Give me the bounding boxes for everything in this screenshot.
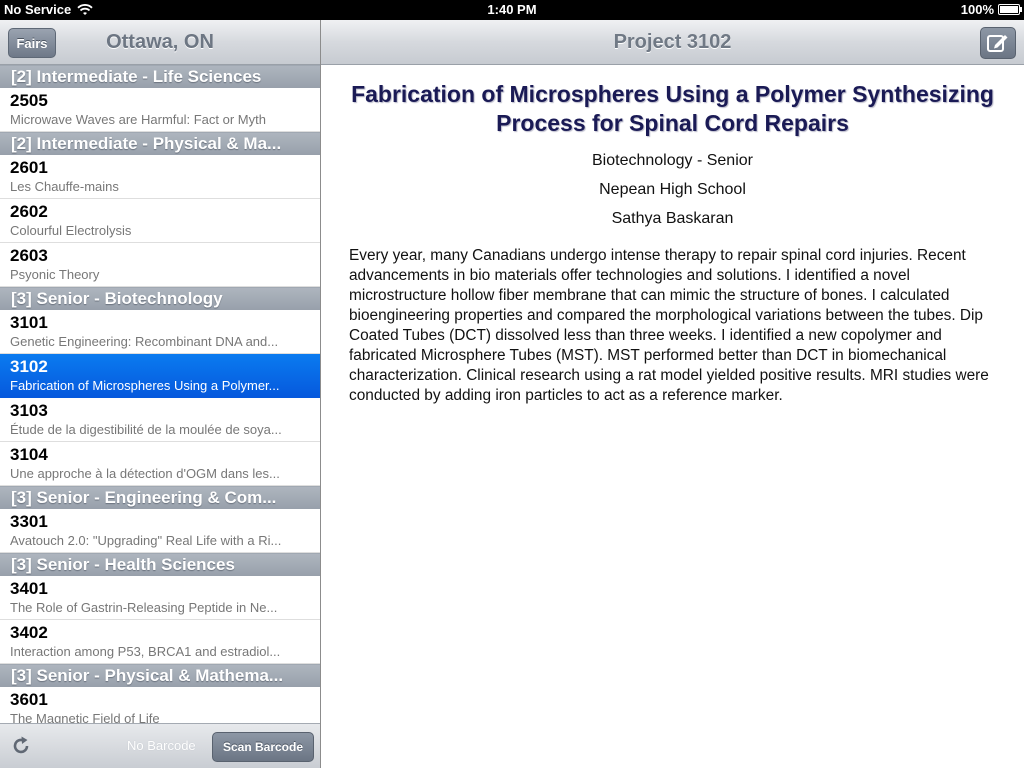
- project-number: 3601: [10, 690, 48, 709]
- section-header: [3] Senior - Health Sciences: [0, 553, 320, 576]
- section-header: [3] Senior - Biotechnology: [0, 287, 320, 310]
- project-title-preview: Les Chauffe-mains: [10, 179, 119, 194]
- project-row[interactable]: 3301 Avatouch 2.0: "Upgrading" Real Life …: [0, 509, 320, 553]
- project-row[interactable]: 3103 Étude de la digestibilité de la moul…: [0, 398, 320, 442]
- project-number: 2602: [10, 202, 48, 221]
- section-header: [2] Intermediate - Physical & Ma...: [0, 132, 320, 155]
- refresh-icon[interactable]: [10, 735, 32, 757]
- master-pane: Fairs Ottawa, ON [2] Intermediate - Life…: [0, 20, 321, 768]
- project-title-preview: Microwave Waves are Harmful: Fact or Myt…: [10, 112, 266, 127]
- project-row[interactable]: 3402 Interaction among P53, BRCA1 and est…: [0, 620, 320, 664]
- project-list[interactable]: [2] Intermediate - Life Sciences 2505 Micr…: [0, 65, 320, 723]
- project-title-preview: Fabrication of Microspheres Using a Poly…: [10, 378, 280, 393]
- project-number: 3102: [10, 357, 48, 376]
- scan-barcode-button[interactable]: Scan Barcode: [212, 732, 314, 762]
- project-row[interactable]: 2603 Psyonic Theory: [0, 243, 320, 287]
- status-bar: No Service 1:40 PM 100%: [0, 0, 1024, 20]
- project-row[interactable]: 3101 Genetic Engineering: Recombinant DNA…: [0, 310, 320, 354]
- project-title-preview: The Role of Gastrin-Releasing Peptide in…: [10, 600, 278, 615]
- detail-navbar: Project 3102: [321, 20, 1024, 65]
- project-row[interactable]: 2505 Microwave Waves are Harmful: Fact or…: [0, 88, 320, 132]
- master-navbar: Fairs Ottawa, ON: [0, 20, 320, 65]
- clock: 1:40 PM: [487, 2, 537, 17]
- project-title: Fabrication of Microspheres Using a Poly…: [351, 81, 994, 136]
- master-toolbar: No Barcode Scan Barcode: [0, 723, 320, 768]
- detail-pane: Project 3102 Fabrication of Microspheres…: [321, 20, 1024, 768]
- project-number: 3104: [10, 445, 48, 464]
- project-row[interactable]: 2601 Les Chauffe-mains: [0, 155, 320, 199]
- project-number: 3101: [10, 313, 48, 332]
- project-row[interactable]: 3102 Fabrication of Microspheres Using a …: [0, 354, 320, 398]
- project-number: 2601: [10, 158, 48, 177]
- section-header: [3] Senior - Engineering & Com...: [0, 486, 320, 509]
- project-row[interactable]: 2602 Colourful Electrolysis: [0, 199, 320, 243]
- project-title-preview: Une approche à la détection d'OGM dans l…: [10, 466, 280, 481]
- project-abstract: Every year, many Canadians undergo inten…: [349, 247, 989, 404]
- detail-title: Project 3102: [613, 31, 732, 53]
- project-number: 3402: [10, 623, 48, 642]
- project-number: 2603: [10, 246, 48, 265]
- project-title-preview: Colourful Electrolysis: [10, 223, 132, 238]
- project-row[interactable]: 3601 The Magnetic Field of Life: [0, 687, 320, 723]
- section-header: [3] Senior - Physical & Mathema...: [0, 664, 320, 687]
- project-number: 3301: [10, 512, 48, 531]
- battery-percent: 100%: [960, 2, 994, 17]
- project-title-preview: Genetic Engineering: Recombinant DNA and…: [10, 334, 279, 349]
- project-category: Biotechnology - Senior: [592, 152, 753, 169]
- battery-icon: [998, 4, 1022, 15]
- project-row[interactable]: 3401 The Role of Gastrin-Releasing Peptid…: [0, 576, 320, 620]
- compose-icon: [987, 35, 1008, 52]
- master-title: Ottawa, ON: [106, 31, 214, 53]
- project-title-preview: Avatouch 2.0: "Upgrading" Real Life with…: [10, 533, 282, 548]
- project-number: 3401: [10, 579, 48, 598]
- project-number: 2505: [10, 91, 48, 110]
- project-title-preview: Étude de la digestibilité de la moulée d…: [10, 422, 282, 437]
- compose-button[interactable]: [980, 27, 1016, 59]
- section-header: [2] Intermediate - Life Sciences: [0, 65, 320, 88]
- project-number: 3103: [10, 401, 48, 420]
- barcode-status: No Barcode: [127, 738, 196, 753]
- school-name: Nepean High School: [599, 181, 746, 198]
- project-row[interactable]: 3104 Une approche à la détection d'OGM da…: [0, 442, 320, 486]
- project-title-preview: The Magnetic Field of Life: [10, 711, 160, 723]
- project-title-preview: Psyonic Theory: [10, 267, 100, 282]
- student-name: Sathya Baskaran: [611, 210, 734, 227]
- project-title-preview: Interaction among P53, BRCA1 and estradi…: [10, 644, 281, 659]
